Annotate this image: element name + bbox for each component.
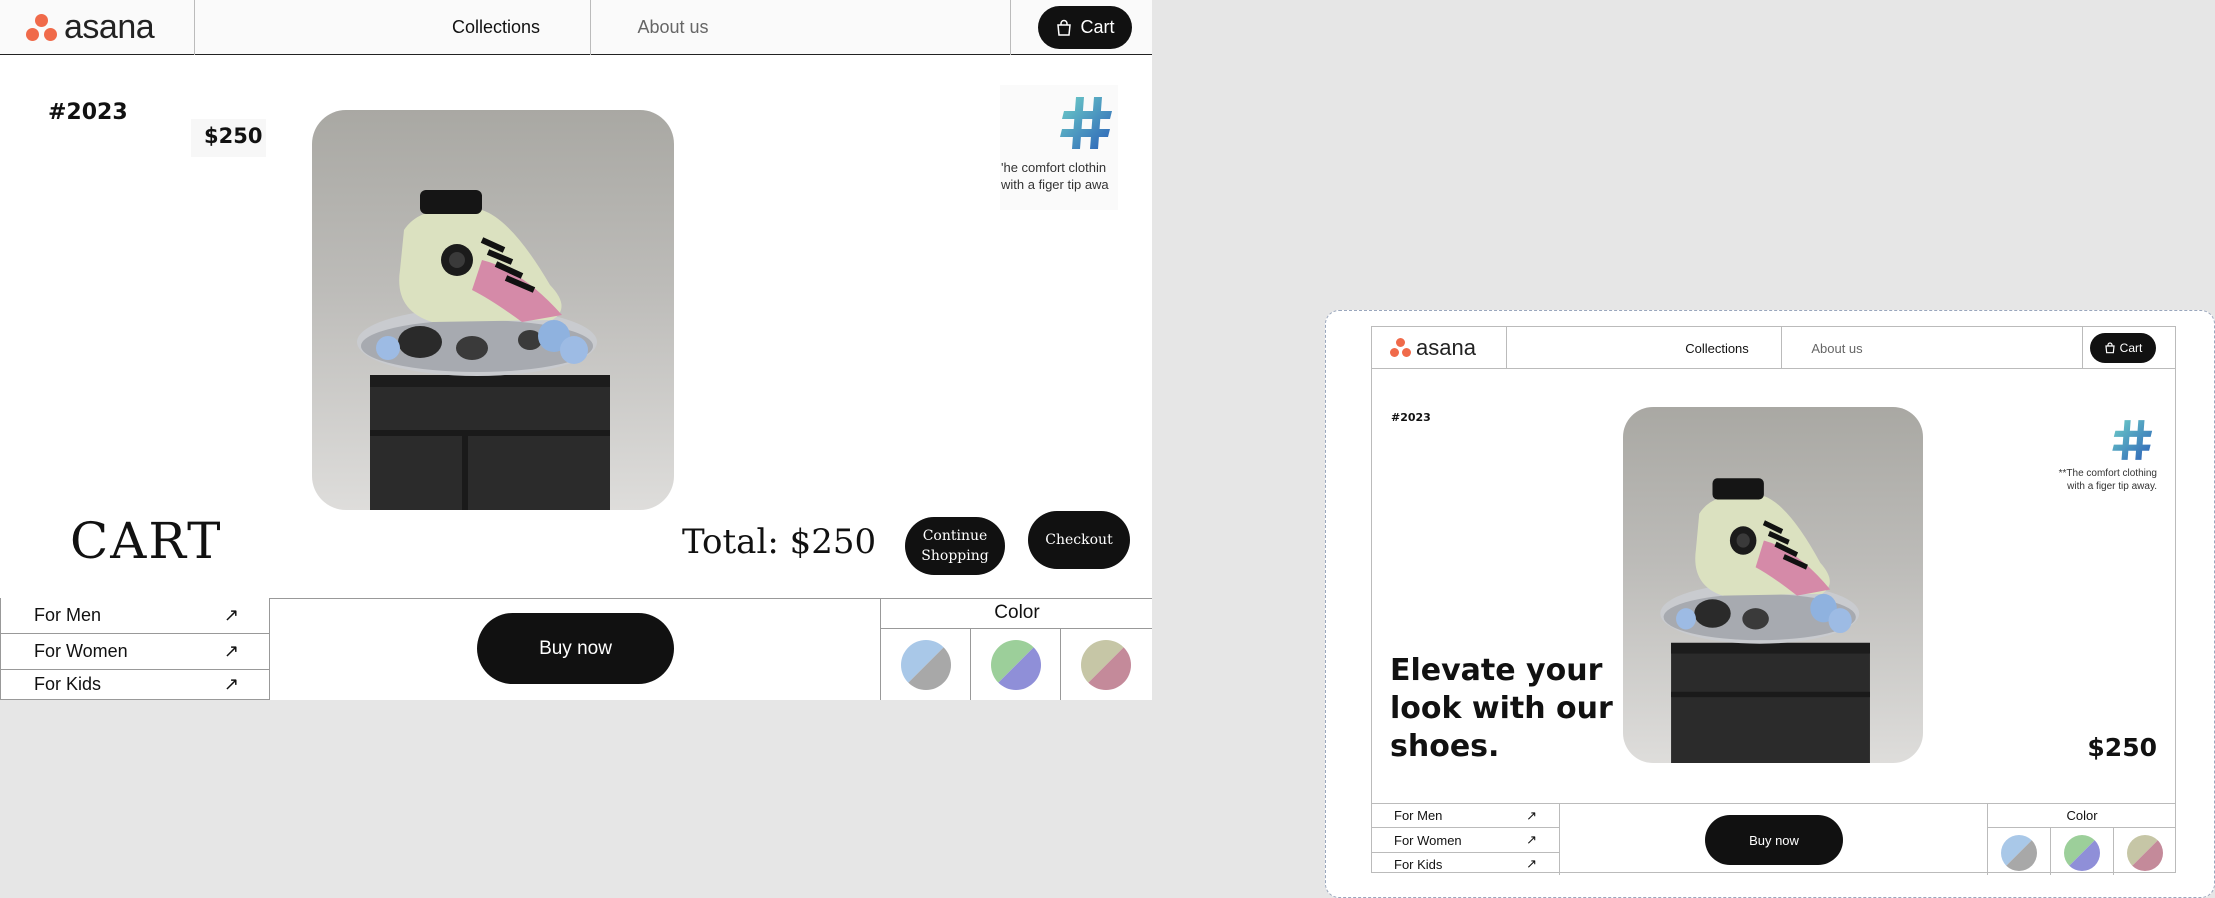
asana-logo-icon	[1390, 338, 1412, 358]
arrow-up-right-icon: ↗	[223, 674, 239, 694]
color-swatch-khaki-rose[interactable]	[2127, 835, 2163, 871]
category-women[interactable]: For Women ↗	[1372, 828, 1560, 853]
continue-label-line1: Continue	[922, 528, 988, 544]
category-men[interactable]: For Men ↗	[1372, 804, 1560, 828]
category-label: For Kids	[34, 674, 102, 694]
category-label: For Women	[1394, 832, 1462, 848]
buy-now-button[interactable]: Buy now	[477, 613, 674, 684]
product-card: asana Collections About us Cart #2023 **…	[1371, 326, 2176, 875]
category-women[interactable]: For Women ↗	[0, 634, 270, 670]
nav-collections[interactable]: Collections	[1652, 327, 1782, 369]
top-nav: asana Collections About us Cart	[1372, 327, 2175, 369]
promo-text-line1: 'he comfort clothin	[1001, 160, 1107, 175]
shopping-bag-icon	[1057, 19, 1072, 36]
hashtag-3d-icon	[2112, 420, 2153, 460]
headline-line1: Elevate your	[1390, 653, 1603, 688]
category-label: For Men	[34, 605, 102, 625]
arrow-up-right-icon: ↗	[223, 641, 239, 661]
cart-heading: CART	[70, 512, 223, 570]
cart-button[interactable]: Cart	[2090, 333, 2156, 363]
brand-logo[interactable]: asana	[1372, 327, 1507, 369]
color-label: Color	[881, 598, 1152, 629]
color-swatch-green-purple[interactable]	[991, 640, 1041, 690]
cart-button-label: Cart	[2119, 341, 2143, 355]
promo-text-line2: with a figer tip away.	[2067, 481, 2157, 492]
nav-divider	[590, 0, 591, 55]
sneaker-image	[312, 110, 674, 510]
headline-line3: shoes.	[1390, 729, 1500, 764]
color-swatch-blue-gray[interactable]	[901, 640, 951, 690]
category-label: For Men	[1394, 808, 1443, 823]
category-label: For Women	[34, 641, 128, 661]
buy-now-button[interactable]: Buy now	[1705, 815, 1843, 865]
bottom-bar: For Men ↗ For Women ↗ For Kids ↗ Buy now…	[0, 598, 1152, 700]
sneaker-image	[1623, 407, 1923, 763]
cart-button[interactable]: Cart	[1038, 6, 1132, 49]
color-swatch-blue-gray[interactable]	[2001, 835, 2037, 871]
price-tag: $250	[204, 124, 263, 148]
brand-name: asana	[64, 8, 155, 46]
hashtag-3d-icon	[1060, 97, 1112, 149]
cart-screen: asana Collections About us Cart #2023 $2…	[0, 0, 1152, 700]
promo-text-line2: with a figer tip awa	[1001, 177, 1109, 192]
promo-text-line1: **The comfort clothing	[2058, 468, 2157, 479]
promo-badge: 'he comfort clothin with a figer tip awa	[1000, 85, 1118, 210]
color-swatch-khaki-rose[interactable]	[1081, 640, 1131, 690]
category-label: For Kids	[1394, 856, 1443, 872]
headline-line2: look with our	[1390, 691, 1613, 726]
category-kids[interactable]: For Kids ↗	[0, 670, 270, 700]
arrow-up-right-icon: ↗	[1526, 832, 1537, 847]
arrow-up-right-icon: ↗	[1526, 856, 1537, 871]
nav-collections[interactable]: Collections	[400, 0, 592, 55]
brand-name: asana	[1416, 335, 1476, 360]
product-screen: asana Collections About us Cart #2023 **…	[1325, 310, 2215, 898]
color-picker: Color	[1987, 804, 2176, 875]
color-label: Color	[1988, 804, 2176, 828]
category-men[interactable]: For Men ↗	[0, 598, 270, 634]
top-nav: asana Collections About us Cart	[0, 0, 1152, 55]
shopping-bag-icon	[2104, 342, 2115, 354]
nav-about[interactable]: About us	[592, 0, 754, 55]
year-tag: #2023	[48, 100, 128, 125]
continue-shopping-button[interactable]: Continue Shopping	[905, 517, 1005, 575]
brand-logo[interactable]: asana	[0, 0, 195, 55]
nav-divider	[1010, 0, 1011, 55]
color-swatch-green-purple[interactable]	[2064, 835, 2100, 871]
continue-label-line2: Shopping	[921, 548, 989, 564]
arrow-up-right-icon: ↗	[223, 605, 239, 625]
headline: Elevate your look with our shoes.	[1390, 652, 1613, 766]
checkout-button[interactable]: Checkout	[1028, 511, 1130, 569]
category-kids[interactable]: For Kids ↗	[1372, 853, 1560, 875]
color-picker: Color	[880, 598, 1152, 700]
nav-about[interactable]: About us	[1782, 327, 1892, 369]
cart-total: Total: $250	[682, 522, 877, 562]
asana-logo-icon	[26, 13, 58, 42]
price-tag: $250	[2087, 733, 2157, 762]
bottom-bar: For Men ↗ For Women ↗ For Kids ↗ Buy now…	[1372, 803, 2176, 875]
arrow-up-right-icon: ↗	[1526, 807, 1537, 823]
year-tag: #2023	[1391, 411, 1431, 424]
cart-button-label: Cart	[1080, 17, 1115, 37]
